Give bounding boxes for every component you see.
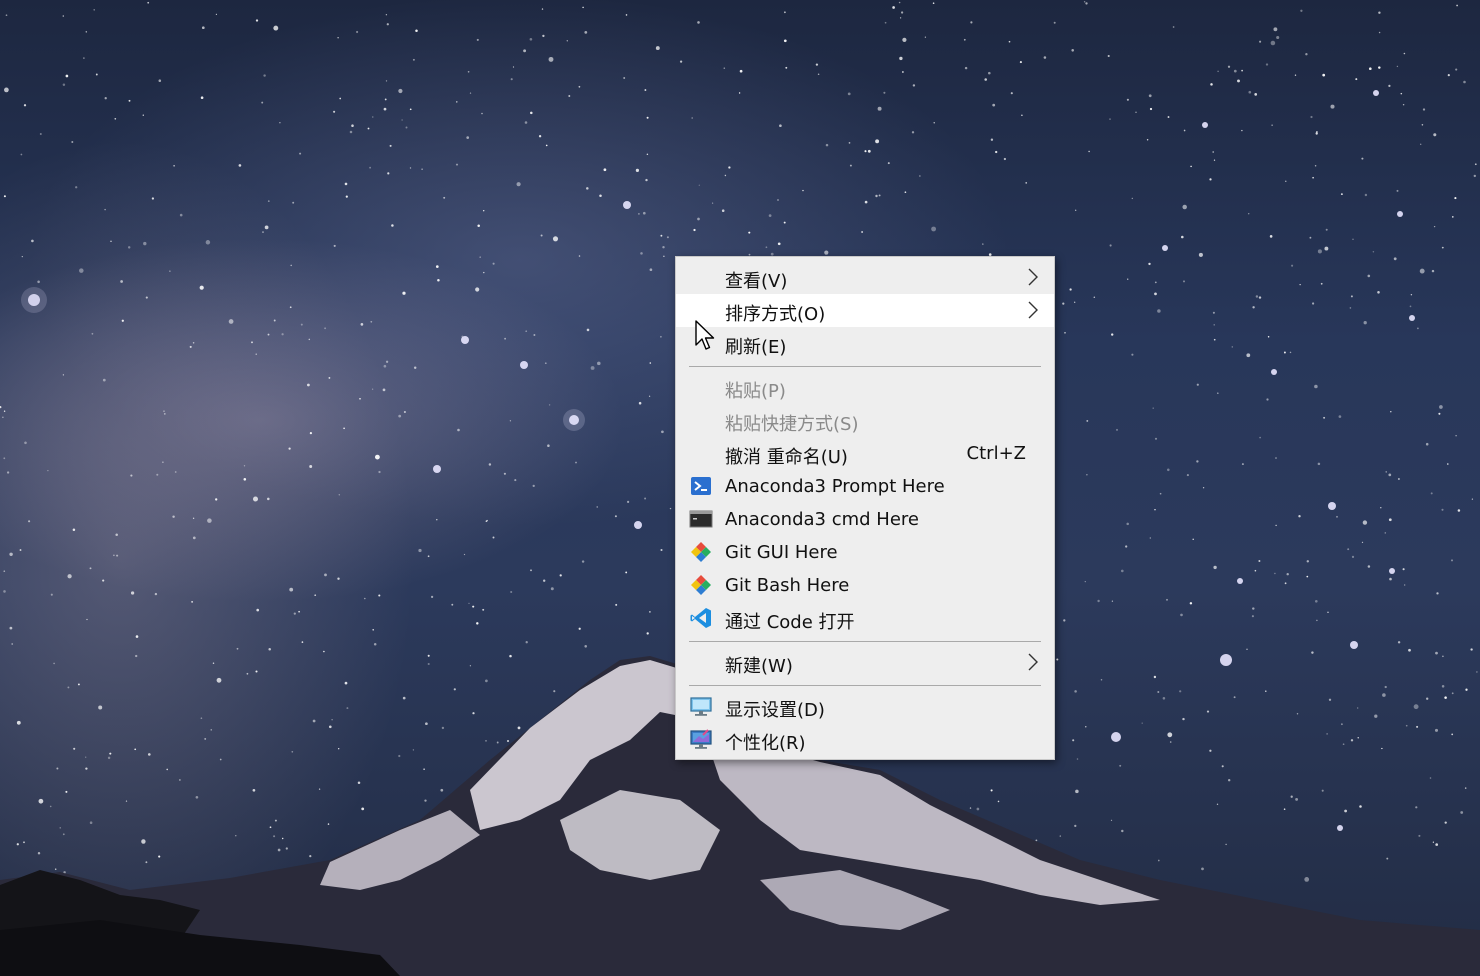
menu-separator (689, 641, 1041, 642)
menu-item-git-bash-label: Git Bash Here (725, 575, 850, 596)
menu-item-anaconda-prompt-label: Anaconda3 Prompt Here (725, 476, 945, 497)
menu-item-git-bash[interactable]: Git Bash Here (676, 569, 1054, 602)
chevron-right-icon (1028, 653, 1038, 671)
personalize-icon (690, 729, 712, 749)
menu-item-anaconda-cmd[interactable]: Anaconda3 cmd Here (676, 503, 1054, 536)
powershell-icon (691, 477, 711, 495)
menu-item-undo-rename[interactable]: 撤消 重命名(U) Ctrl+Z (676, 437, 1054, 470)
chevron-right-icon (1028, 301, 1038, 319)
vscode-icon (690, 608, 711, 628)
desktop-context-menu: 查看(V) 排序方式(O) 刷新(E) 粘贴(P) 粘贴快捷方式(S) 撤消 重… (675, 256, 1055, 760)
menu-item-anaconda-prompt[interactable]: Anaconda3 Prompt Here (676, 470, 1054, 503)
menu-item-paste-label: 粘贴(P) (725, 381, 786, 402)
menu-item-anaconda-cmd-label: Anaconda3 cmd Here (725, 509, 919, 530)
menu-item-paste-shortcut-label: 粘贴快捷方式(S) (725, 414, 859, 435)
menu-separator (689, 685, 1041, 686)
menu-item-undo-rename-label: 撤消 重命名(U) (725, 447, 848, 468)
menu-item-sort-by[interactable]: 排序方式(O) (676, 294, 1054, 327)
cmd-icon (689, 510, 713, 528)
git-bash-icon (691, 575, 711, 595)
menu-item-view-label: 查看(V) (725, 271, 788, 292)
menu-item-git-gui-label: Git GUI Here (725, 542, 838, 563)
menu-item-display-settings-label: 显示设置(D) (725, 700, 825, 721)
git-gui-icon (691, 542, 711, 562)
menu-item-sort-by-label: 排序方式(O) (725, 304, 826, 325)
chevron-right-icon (1028, 268, 1038, 286)
menu-item-refresh[interactable]: 刷新(E) (676, 327, 1054, 360)
menu-item-personalize-label: 个性化(R) (725, 733, 806, 754)
menu-item-new-label: 新建(W) (725, 656, 793, 677)
menu-separator (689, 366, 1041, 367)
menu-item-new[interactable]: 新建(W) (676, 646, 1054, 679)
display-settings-icon (690, 697, 712, 716)
menu-item-paste-shortcut: 粘贴快捷方式(S) (676, 404, 1054, 437)
menu-item-view[interactable]: 查看(V) (676, 261, 1054, 294)
menu-item-open-with-code-label: 通过 Code 打开 (725, 612, 855, 633)
menu-item-personalize[interactable]: 个性化(R) (676, 723, 1054, 756)
menu-item-display-settings[interactable]: 显示设置(D) (676, 690, 1054, 723)
menu-item-open-with-code[interactable]: 通过 Code 打开 (676, 602, 1054, 635)
menu-item-git-gui[interactable]: Git GUI Here (676, 536, 1054, 569)
undo-shortcut-text: Ctrl+Z (966, 443, 1026, 464)
mouse-cursor-icon (695, 320, 715, 350)
desktop[interactable]: 查看(V) 排序方式(O) 刷新(E) 粘贴(P) 粘贴快捷方式(S) 撤消 重… (0, 0, 1480, 976)
menu-item-refresh-label: 刷新(E) (725, 337, 787, 358)
menu-item-paste: 粘贴(P) (676, 371, 1054, 404)
